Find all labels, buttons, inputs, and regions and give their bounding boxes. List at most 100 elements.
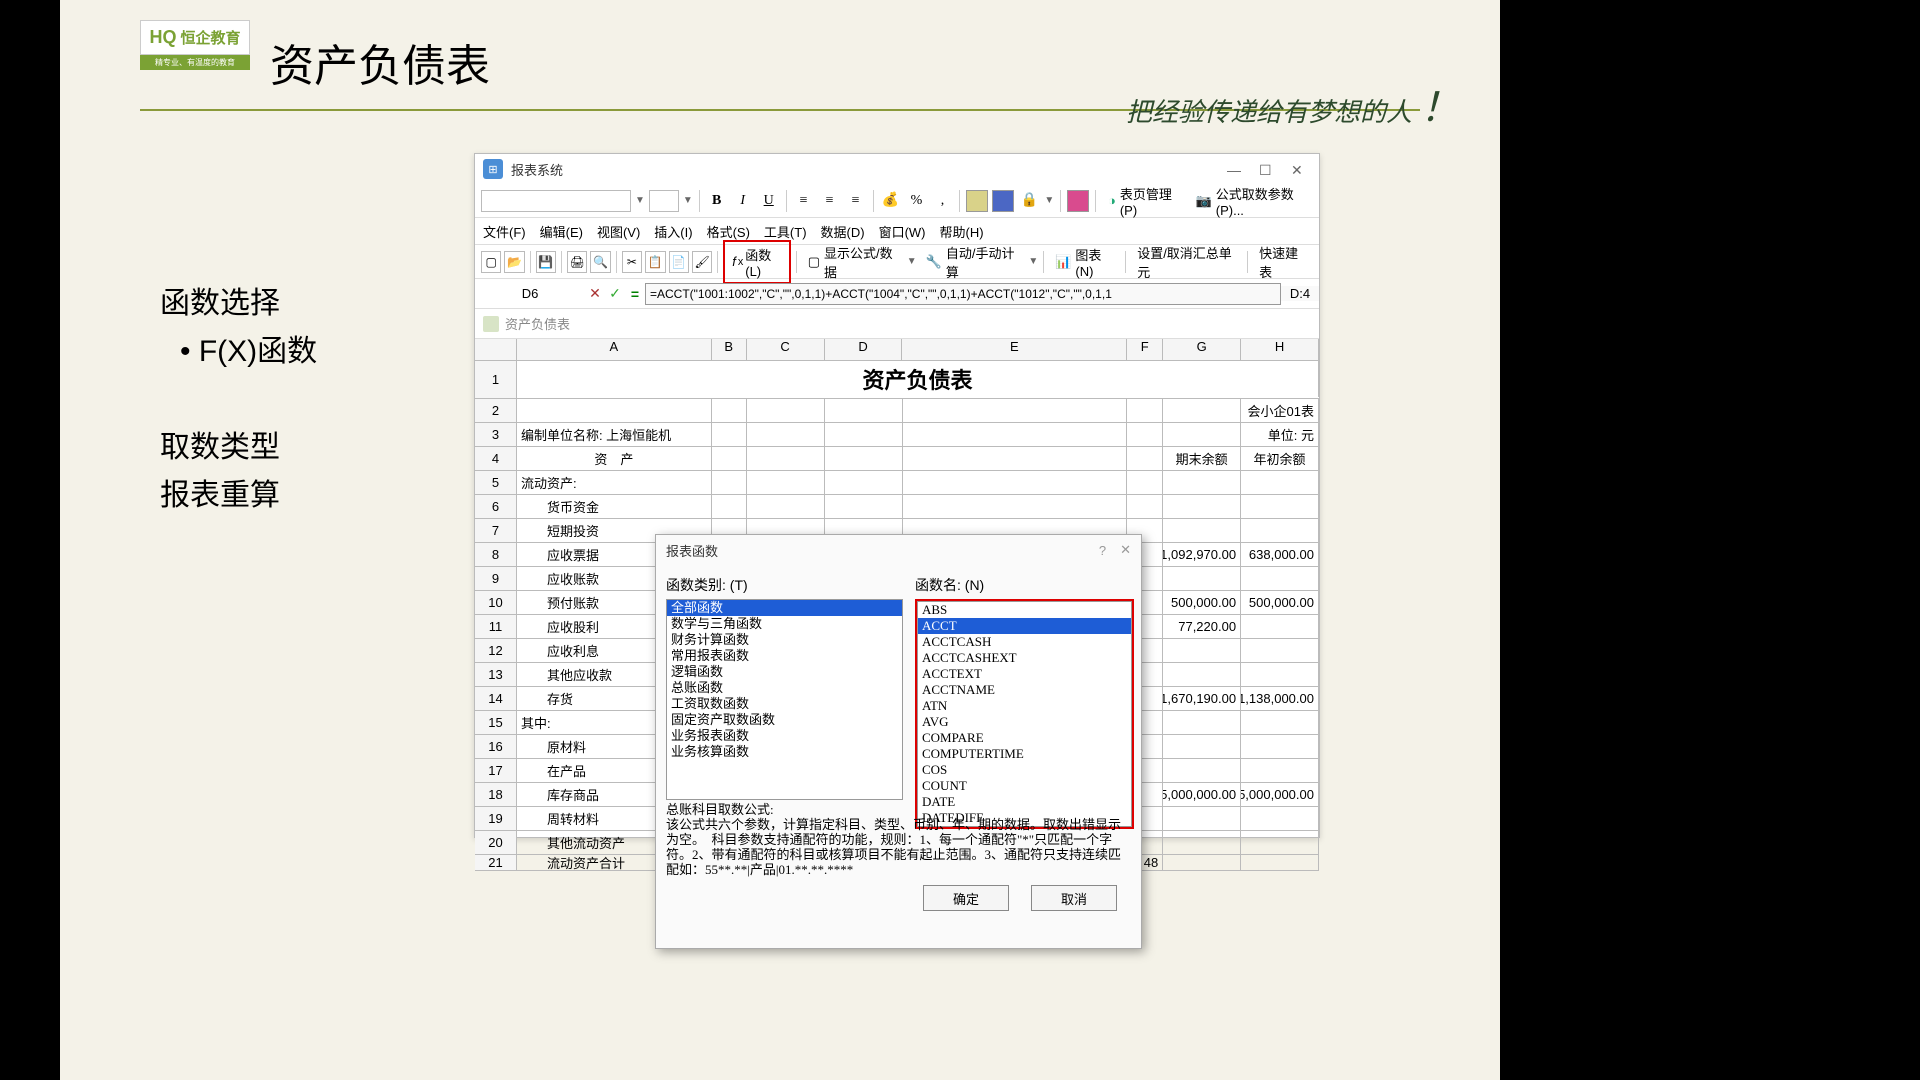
col-header[interactable]: D	[825, 339, 903, 360]
cell[interactable]	[1163, 711, 1241, 734]
formula-input[interactable]	[645, 283, 1281, 305]
col-header[interactable]: C	[747, 339, 825, 360]
auto-calc-button[interactable]: 🔧 自动/手动计算	[920, 241, 1026, 283]
formula-eq-icon[interactable]: =	[625, 286, 645, 302]
menu-tools[interactable]: 工具(T)	[764, 222, 807, 241]
row-header[interactable]: 4	[475, 447, 517, 470]
row-header[interactable]: 17	[475, 759, 517, 782]
cell[interactable]	[1241, 855, 1319, 870]
list-item[interactable]: ACCTEXT	[918, 666, 1131, 682]
cell[interactable]	[712, 495, 747, 518]
row-header[interactable]: 14	[475, 687, 517, 710]
row-header[interactable]: 21	[475, 855, 517, 870]
cell[interactable]	[1241, 567, 1319, 590]
cell[interactable]	[1241, 639, 1319, 662]
list-item[interactable]: DATE	[918, 794, 1131, 810]
cell[interactable]	[1163, 399, 1241, 422]
cell[interactable]: 1,138,000.00	[1241, 687, 1319, 710]
cell[interactable]	[747, 447, 825, 470]
list-item[interactable]: ABS	[918, 602, 1131, 618]
cell[interactable]: 5,000,000.00	[1241, 783, 1319, 806]
cell[interactable]	[903, 447, 1128, 470]
row-header[interactable]: 13	[475, 663, 517, 686]
list-item[interactable]: ACCTCASHEXT	[918, 650, 1131, 666]
cell[interactable]: 编制单位名称: 上海恒能机	[517, 423, 712, 446]
cell[interactable]	[1163, 807, 1241, 830]
row-header[interactable]: 3	[475, 423, 517, 446]
list-item[interactable]: ATN	[918, 698, 1131, 714]
cell[interactable]: 638,000.00	[1241, 543, 1319, 566]
row-header[interactable]: 11	[475, 615, 517, 638]
cell[interactable]	[1163, 855, 1241, 870]
cell[interactable]	[903, 495, 1128, 518]
tool-icon-3[interactable]	[1067, 190, 1089, 212]
list-item[interactable]: ACCT	[918, 618, 1131, 634]
dialog-help-icon[interactable]: ?	[1099, 543, 1106, 558]
print-icon[interactable]: 🖨	[567, 251, 587, 273]
font-family-combo[interactable]	[481, 190, 631, 212]
cut-icon[interactable]: ✂	[622, 251, 642, 273]
cell[interactable]	[712, 447, 747, 470]
italic-button[interactable]: I	[732, 190, 754, 212]
cell[interactable]	[825, 495, 903, 518]
cell[interactable]	[1163, 639, 1241, 662]
menu-help[interactable]: 帮助(H)	[940, 222, 984, 241]
dialog-close-icon[interactable]: ✕	[1120, 542, 1131, 558]
cell[interactable]: 77,220.00	[1163, 615, 1241, 638]
save-icon[interactable]: 💾	[536, 251, 556, 273]
list-item[interactable]: 全部函数	[667, 600, 902, 616]
formula-accept-icon[interactable]: ✓	[605, 285, 625, 302]
cell[interactable]	[1241, 831, 1319, 854]
new-icon[interactable]: ▢	[481, 251, 501, 273]
cell[interactable]	[1241, 471, 1319, 494]
cell[interactable]	[825, 399, 903, 422]
minimize-button[interactable]: —	[1227, 162, 1241, 176]
cell[interactable]: 资 产	[517, 447, 712, 470]
comma-button[interactable]: ,	[931, 190, 953, 212]
function-button[interactable]: fx 函数(L)	[726, 243, 788, 281]
maximize-button[interactable]: ☐	[1259, 162, 1273, 176]
row-header[interactable]: 18	[475, 783, 517, 806]
cell[interactable]	[1127, 495, 1163, 518]
cell[interactable]	[1241, 495, 1319, 518]
cell[interactable]	[825, 471, 903, 494]
cell[interactable]: 单位: 元	[1241, 423, 1319, 446]
funcname-listbox[interactable]: ABSACCTACCTCASHACCTCASHEXTACCTEXTACCTNAM…	[917, 601, 1132, 827]
cell[interactable]	[1127, 423, 1163, 446]
list-item[interactable]: ACCTCASH	[918, 634, 1131, 650]
row-header[interactable]: 16	[475, 735, 517, 758]
cell[interactable]	[1241, 663, 1319, 686]
cell[interactable]: 500,000.00	[1163, 591, 1241, 614]
cell[interactable]	[1241, 759, 1319, 782]
menu-data[interactable]: 数据(D)	[821, 222, 865, 241]
row-header[interactable]: 5	[475, 471, 517, 494]
formula-params-link[interactable]: 📷公式取数参数(P)...	[1190, 182, 1313, 220]
set-cancel-button[interactable]: 设置/取消汇总单元	[1131, 241, 1242, 283]
row-header[interactable]: 19	[475, 807, 517, 830]
col-header[interactable]: H	[1241, 339, 1319, 360]
cell[interactable]: 500,000.00	[1241, 591, 1319, 614]
list-item[interactable]: 数学与三角函数	[667, 616, 902, 632]
currency-button[interactable]: 💰	[879, 190, 901, 212]
category-listbox[interactable]: 全部函数数学与三角函数财务计算函数常用报表函数逻辑函数总账函数工资取数函数固定资…	[666, 599, 903, 800]
underline-button[interactable]: U	[758, 190, 780, 212]
quick-build-button[interactable]: 快速建表	[1253, 241, 1313, 283]
close-button[interactable]: ✕	[1291, 162, 1305, 176]
align-right-button[interactable]: ≡	[845, 190, 867, 212]
cell[interactable]	[747, 471, 825, 494]
cell[interactable]	[1241, 735, 1319, 758]
tool-icon-1[interactable]	[966, 190, 988, 212]
col-header[interactable]: G	[1163, 339, 1241, 360]
cell[interactable]	[747, 423, 825, 446]
cell[interactable]: 会小企01表	[1241, 399, 1319, 422]
cell[interactable]	[1163, 831, 1241, 854]
cell[interactable]	[1241, 807, 1319, 830]
cell[interactable]	[825, 423, 903, 446]
ok-button[interactable]: 确定	[923, 885, 1009, 911]
cell[interactable]	[903, 399, 1128, 422]
cell[interactable]	[712, 471, 747, 494]
list-item[interactable]: 总账函数	[667, 680, 902, 696]
row-header[interactable]: 12	[475, 639, 517, 662]
cell[interactable]	[903, 471, 1128, 494]
list-item[interactable]: 工资取数函数	[667, 696, 902, 712]
